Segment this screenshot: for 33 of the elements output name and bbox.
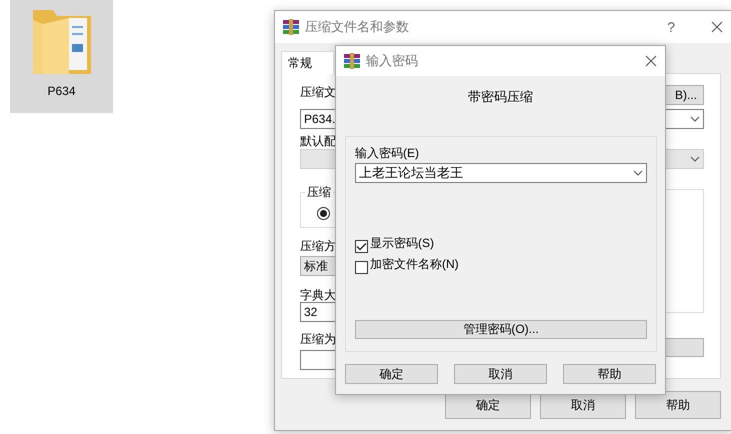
close-icon[interactable] [711, 21, 723, 33]
field-label: 压缩文 [300, 85, 336, 99]
chevron-down-icon [690, 116, 700, 122]
checkbox[interactable] [355, 261, 368, 274]
checkbox-label: 显示密码(S) [370, 236, 434, 250]
field-label: 输入密码(E) [355, 146, 419, 160]
window-title: 输入密码 [366, 52, 419, 70]
manage-passwords-button[interactable]: 管理密码(O)... [355, 320, 647, 339]
folder-label: P634 [47, 84, 76, 98]
close-icon[interactable] [645, 55, 657, 67]
window-title: 压缩文件名和参数 [305, 18, 410, 36]
checkbox-label: 加密文件名称(N) [370, 257, 459, 271]
archive-icon [283, 19, 299, 35]
dialog-heading: 带密码压缩 [467, 88, 534, 106]
password-combobox[interactable]: 上老王论坛当老王 [355, 163, 647, 183]
help-glyph[interactable]: ? [667, 19, 675, 35]
dialog-button[interactable]: 确定 [345, 364, 438, 384]
checkbox[interactable] [355, 240, 368, 253]
tab[interactable]: 常规 [281, 51, 334, 74]
dialog-button[interactable]: 帮助 [635, 391, 721, 419]
check-icon [356, 242, 367, 251]
desktop-item[interactable]: P634 [10, 0, 113, 113]
chevron-down-icon [633, 170, 643, 176]
field-label: 字典大 [300, 288, 336, 302]
radio-button[interactable] [317, 207, 330, 220]
archive-icon [344, 53, 360, 69]
field-label: 压缩为 [300, 332, 336, 346]
dialog-button[interactable]: 取消 [454, 364, 547, 384]
chevron-down-icon [690, 156, 700, 162]
group-label: 压缩 [306, 184, 332, 201]
field-label: 默认配 [300, 134, 336, 148]
dialog-button[interactable]: 帮助 [563, 364, 656, 384]
field-label: 压缩方 [300, 239, 336, 253]
